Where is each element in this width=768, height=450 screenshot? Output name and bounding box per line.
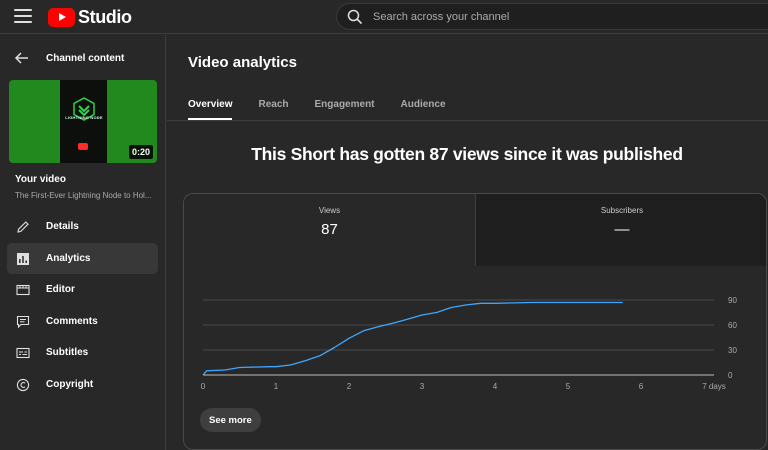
metric-value: 87 bbox=[321, 221, 338, 238]
x-tick-label: 2 bbox=[347, 382, 352, 391]
top-bar: Studio bbox=[0, 0, 768, 34]
overview-card: Views 87 Subscribers — 0 30 60 90 0 1 2 3 4 5 6 7 d… bbox=[183, 193, 767, 450]
sidebar-item-label: Analytics bbox=[46, 253, 91, 264]
sidebar-item-label: Editor bbox=[46, 284, 75, 295]
subtitles-icon bbox=[16, 347, 30, 358]
sidebar-item-label: Details bbox=[46, 221, 79, 232]
hamburger-menu-icon[interactable] bbox=[14, 9, 32, 25]
x-tick-label: 7 days bbox=[702, 382, 726, 391]
x-tick-label: 1 bbox=[274, 382, 279, 391]
metric-value: — bbox=[614, 221, 630, 238]
studio-logo-text: Studio bbox=[78, 7, 132, 27]
sidebar-item-label: Subtitles bbox=[46, 347, 89, 358]
y-tick-label: 0 bbox=[728, 371, 733, 380]
tab-overview[interactable]: Overview bbox=[188, 99, 233, 120]
comment-icon bbox=[16, 315, 30, 328]
metric-subscribers[interactable]: Subscribers — bbox=[475, 194, 766, 266]
x-tick-label: 4 bbox=[493, 382, 498, 391]
x-tick-label: 0 bbox=[201, 382, 206, 391]
sidebar: Channel content LIGHTNING NODE 0:20 Your… bbox=[0, 35, 166, 450]
search-bar[interactable] bbox=[336, 3, 768, 30]
your-video-label: Your video bbox=[15, 174, 66, 185]
back-label: Channel content bbox=[46, 52, 125, 64]
video-title[interactable]: The First-Ever Lightning Node to Hol... bbox=[15, 191, 160, 200]
metric-name: Views bbox=[318, 206, 341, 215]
tabs-divider bbox=[167, 120, 768, 121]
pencil-icon bbox=[17, 220, 29, 233]
search-icon bbox=[347, 9, 363, 24]
sidebar-item-subtitles[interactable]: Subtitles bbox=[7, 337, 158, 368]
analytics-tabs: Overview Reach Engagement Audience bbox=[188, 99, 472, 121]
sidebar-item-label: Copyright bbox=[46, 379, 94, 390]
tab-audience[interactable]: Audience bbox=[401, 99, 446, 120]
sidebar-item-analytics[interactable]: Analytics bbox=[7, 243, 158, 274]
metric-name: Subscribers bbox=[600, 206, 644, 215]
sidebar-item-details[interactable]: Details bbox=[7, 211, 158, 242]
video-thumbnail[interactable]: LIGHTNING NODE 0:20 bbox=[9, 80, 157, 163]
analytics-icon bbox=[17, 252, 29, 265]
views-series-line bbox=[202, 301, 623, 376]
sidebar-item-copyright[interactable]: Copyright bbox=[7, 369, 158, 400]
tab-engagement[interactable]: Engagement bbox=[315, 99, 375, 120]
copyright-icon bbox=[16, 378, 30, 391]
tab-reach[interactable]: Reach bbox=[258, 99, 288, 120]
y-tick-label: 60 bbox=[728, 321, 737, 330]
back-arrow-icon bbox=[14, 52, 28, 64]
x-tick-label: 6 bbox=[639, 382, 644, 391]
main-content: Video analytics Overview Reach Engagemen… bbox=[167, 35, 768, 450]
studio-logo[interactable]: Studio bbox=[48, 7, 132, 28]
sidebar-item-label: Comments bbox=[46, 316, 98, 327]
x-tick-label: 3 bbox=[420, 382, 425, 391]
x-tick-label: 5 bbox=[566, 382, 571, 391]
back-to-channel-content[interactable]: Channel content bbox=[0, 47, 166, 69]
short-poster: LIGHTNING NODE bbox=[60, 80, 107, 163]
y-tick-label: 30 bbox=[728, 346, 737, 355]
y-tick-label: 90 bbox=[728, 296, 737, 305]
youtube-logo-icon bbox=[48, 8, 75, 27]
film-icon bbox=[16, 284, 30, 295]
page-title: Video analytics bbox=[188, 54, 297, 71]
views-headline: This Short has gotten 87 views since it … bbox=[251, 144, 683, 164]
sidebar-item-comments[interactable]: Comments bbox=[7, 306, 158, 337]
see-more-button[interactable]: See more bbox=[200, 408, 261, 432]
sidebar-item-editor[interactable]: Editor bbox=[7, 274, 158, 305]
play-badge-icon bbox=[78, 143, 88, 150]
poster-text: LIGHTNING NODE bbox=[65, 115, 103, 120]
metric-views[interactable]: Views 87 bbox=[184, 194, 475, 266]
views-line-chart: 0 30 60 90 0 1 2 3 4 5 6 7 days bbox=[201, 296, 738, 391]
search-input[interactable] bbox=[373, 10, 733, 23]
